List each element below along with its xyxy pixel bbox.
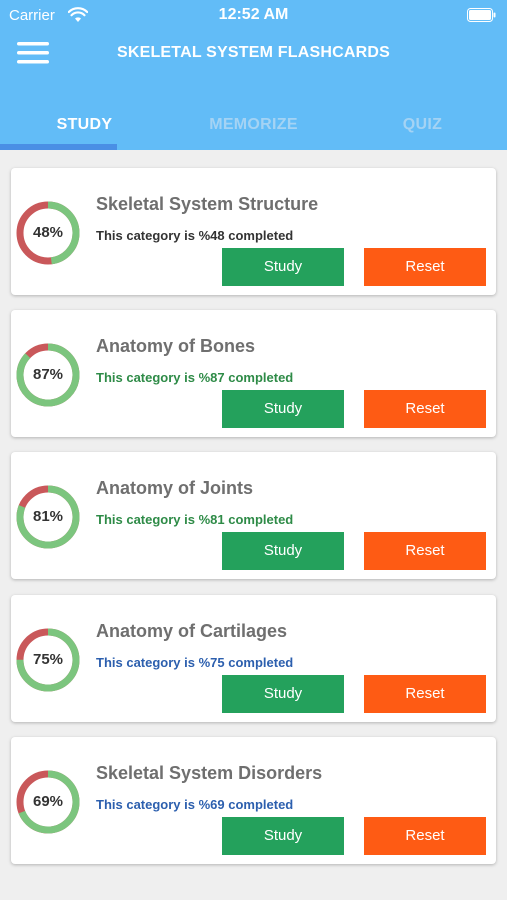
study-button[interactable]: Study: [222, 817, 344, 855]
status-time: 12:52 AM: [218, 6, 289, 23]
category-status: This category is %48 completed: [96, 228, 294, 243]
progress-percent: 75%: [32, 651, 64, 668]
app-header: Carrier 12:52 AM SKELETAL SYSTEM FLASHCA…: [0, 0, 507, 150]
reset-button[interactable]: Reset: [364, 390, 486, 428]
study-button[interactable]: Study: [222, 248, 344, 286]
category-status: This category is %75 completed: [96, 655, 294, 670]
category-title: Anatomy of Cartilages: [96, 621, 288, 641]
category-card: 87% Anatomy of Bones This category is %8…: [11, 310, 496, 437]
study-button[interactable]: Study: [222, 675, 344, 713]
study-button[interactable]: Study: [222, 532, 344, 570]
progress-percent: 69%: [32, 793, 64, 810]
active-tab-indicator: [0, 144, 117, 150]
reset-button[interactable]: Reset: [364, 248, 486, 286]
status-bar: Carrier 12:52 AM: [0, 0, 507, 30]
category-status: This category is %69 completed: [96, 797, 294, 812]
category-title: Anatomy of Bones: [96, 336, 256, 356]
category-title: Skeletal System Disorders: [96, 763, 323, 783]
hamburger-menu-icon[interactable]: [17, 41, 49, 65]
category-status: This category is %81 completed: [96, 512, 294, 527]
category-status: This category is %87 completed: [96, 370, 294, 385]
category-title: Anatomy of Joints: [96, 478, 254, 498]
progress-percent: 81%: [32, 508, 64, 525]
category-title: Skeletal System Structure: [96, 194, 319, 214]
progress-percent: 48%: [32, 224, 64, 241]
reset-button[interactable]: Reset: [364, 817, 486, 855]
category-card: 75% Anatomy of Cartilages This category …: [11, 595, 496, 722]
tab-memorize[interactable]: MEMORIZE: [169, 116, 338, 150]
reset-button[interactable]: Reset: [364, 675, 486, 713]
reset-button[interactable]: Reset: [364, 532, 486, 570]
tab-quiz[interactable]: QUIZ: [338, 116, 507, 150]
progress-percent: 87%: [32, 366, 64, 383]
category-card: 48% Skeletal System Structure This categ…: [11, 168, 496, 295]
page-title: SKELETAL SYSTEM FLASHCARDS: [116, 44, 391, 61]
category-card: 69% Skeletal System Disorders This categ…: [11, 737, 496, 864]
study-button[interactable]: Study: [222, 390, 344, 428]
category-card: 81% Anatomy of Joints This category is %…: [11, 452, 496, 579]
battery-icon: [467, 8, 496, 22]
